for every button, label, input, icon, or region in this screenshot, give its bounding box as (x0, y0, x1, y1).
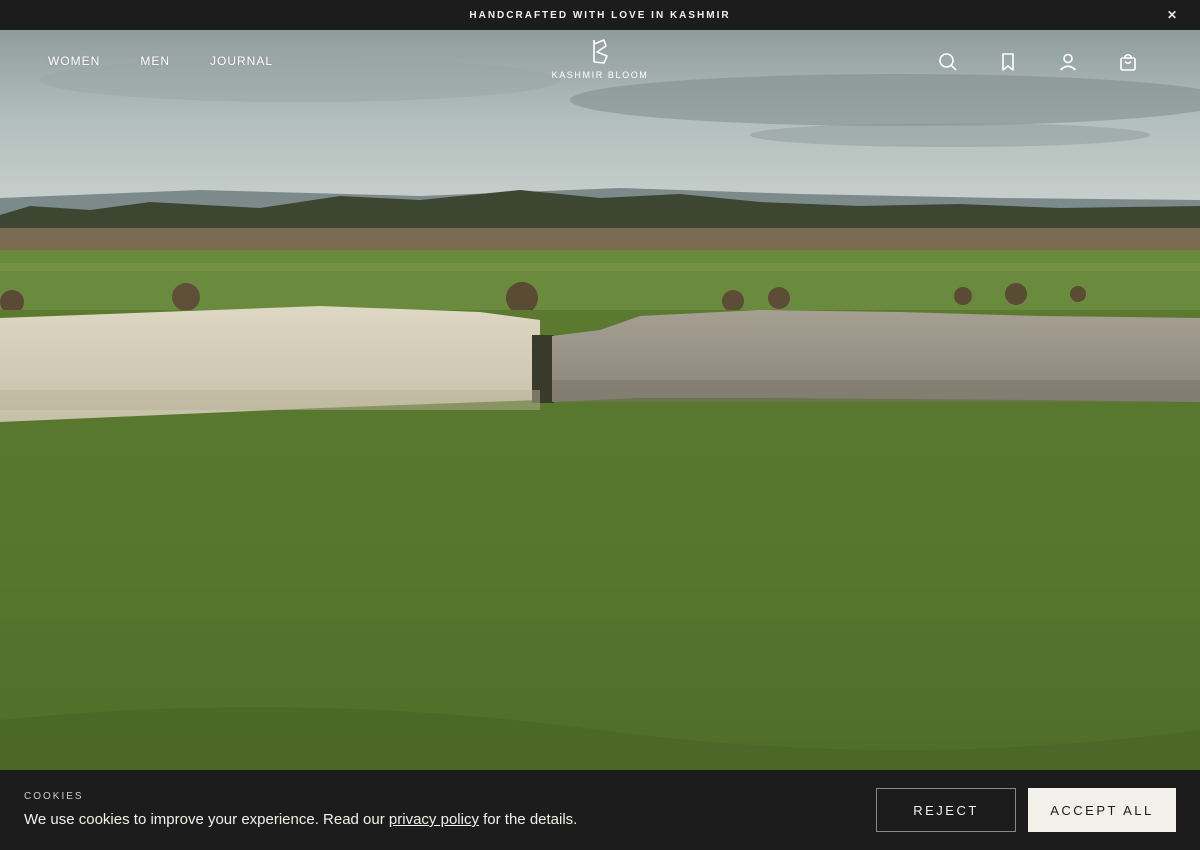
announcement-text: HANDCRAFTED WITH LOVE IN KASHMIR (469, 9, 731, 21)
accept-all-button[interactable]: ACCEPT ALL (1028, 788, 1176, 832)
announcement-bar: HANDCRAFTED WITH LOVE IN KASHMIR ✕ (0, 0, 1200, 30)
reject-button[interactable]: REJECT (876, 788, 1016, 832)
nav-link-journal[interactable]: JOURNAL (210, 54, 273, 68)
search-icon[interactable] (936, 50, 960, 74)
nav-link-women[interactable]: WOMEN (48, 54, 100, 68)
logo-text: KASHMIR BLOOM (551, 70, 649, 80)
cookie-banner: COOKIES We use cookies to improve your e… (0, 770, 1200, 850)
hero-image (0, 30, 1200, 850)
nav-link-men[interactable]: MEN (140, 54, 170, 68)
cookie-text-before: We use cookies to improve your experienc… (24, 811, 389, 828)
cookie-message: We use cookies to improve your experienc… (24, 811, 577, 828)
privacy-policy-link[interactable]: privacy policy (389, 811, 479, 828)
bookmark-icon[interactable] (996, 50, 1020, 74)
main-nav: WOMEN MEN JOURNAL (48, 54, 273, 68)
user-icon[interactable] (1056, 50, 1080, 74)
close-icon[interactable]: ✕ (1166, 8, 1180, 22)
site-header: WOMEN MEN JOURNAL KASHMIR BLOOM (0, 30, 1200, 92)
header-actions (936, 50, 1140, 74)
cookie-title: COOKIES (24, 791, 84, 802)
logo-mark-icon (593, 39, 608, 64)
brand-logo[interactable]: KASHMIR BLOOM (540, 38, 660, 86)
hero-landscape (0, 30, 1200, 850)
bag-icon[interactable] (1116, 50, 1140, 74)
cookie-text-after: for the details. (478, 811, 578, 828)
